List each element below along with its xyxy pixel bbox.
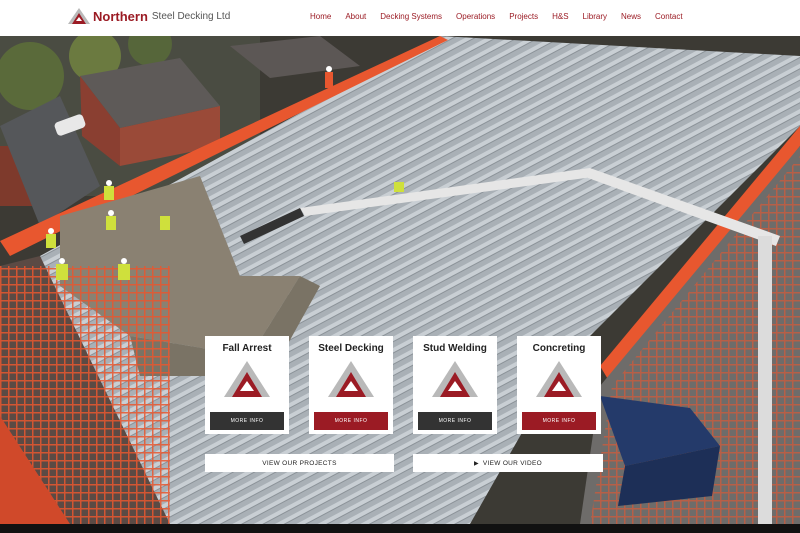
card-stud-welding: Stud Welding MORE INFO xyxy=(413,336,497,434)
page-bottom-strip xyxy=(0,524,800,533)
company-logo-icon xyxy=(536,361,582,397)
company-logo-icon xyxy=(328,361,374,397)
card-fall-arrest: Fall Arrest MORE INFO xyxy=(205,336,289,434)
main-nav: Home About Decking Systems Operations Pr… xyxy=(296,12,683,21)
nav-projects[interactable]: Projects xyxy=(509,12,538,21)
company-logo-icon xyxy=(224,361,270,397)
view-video-label: VIEW OUR VIDEO xyxy=(482,459,543,467)
hero-scene-illustration xyxy=(0,36,800,524)
nav-decking-systems[interactable]: Decking Systems xyxy=(380,12,442,21)
nav-about[interactable]: About xyxy=(345,12,366,21)
site-logo[interactable]: Northern Steel Decking Ltd xyxy=(68,8,230,24)
company-logo-icon xyxy=(432,361,478,397)
stud-welding-more-info-button[interactable]: MORE INFO xyxy=(418,412,492,430)
card-title: Fall Arrest xyxy=(222,343,272,354)
card-title: Concreting xyxy=(532,343,586,354)
view-video-button[interactable]: ▶ VIEW OUR VIDEO xyxy=(413,454,603,472)
nav-hs[interactable]: H&S xyxy=(552,12,568,21)
logo-name: Northern xyxy=(93,8,148,24)
view-projects-button[interactable]: VIEW OUR PROJECTS xyxy=(205,454,394,472)
play-icon: ▶ xyxy=(473,460,479,467)
logo-mark-icon xyxy=(68,8,90,24)
card-title: Stud Welding xyxy=(423,343,487,354)
card-title: Steel Decking xyxy=(318,343,384,354)
nav-operations[interactable]: Operations xyxy=(456,12,495,21)
logo-subtitle: Steel Decking Ltd xyxy=(151,10,231,22)
steel-decking-more-info-button[interactable]: MORE INFO xyxy=(314,412,388,430)
nav-home[interactable]: Home xyxy=(310,12,331,21)
nav-news[interactable]: News xyxy=(621,12,641,21)
nav-contact[interactable]: Contact xyxy=(655,12,683,21)
concreting-more-info-button[interactable]: MORE INFO xyxy=(522,412,596,430)
card-concreting: Concreting MORE INFO xyxy=(517,336,601,434)
nav-library[interactable]: Library xyxy=(583,12,607,21)
fall-arrest-more-info-button[interactable]: MORE INFO xyxy=(210,412,284,430)
card-steel-decking: Steel Decking MORE INFO xyxy=(309,336,393,434)
hero-image xyxy=(0,36,800,524)
view-projects-label: VIEW OUR PROJECTS xyxy=(262,459,337,467)
site-header: Northern Steel Decking Ltd Home About De… xyxy=(0,0,800,36)
